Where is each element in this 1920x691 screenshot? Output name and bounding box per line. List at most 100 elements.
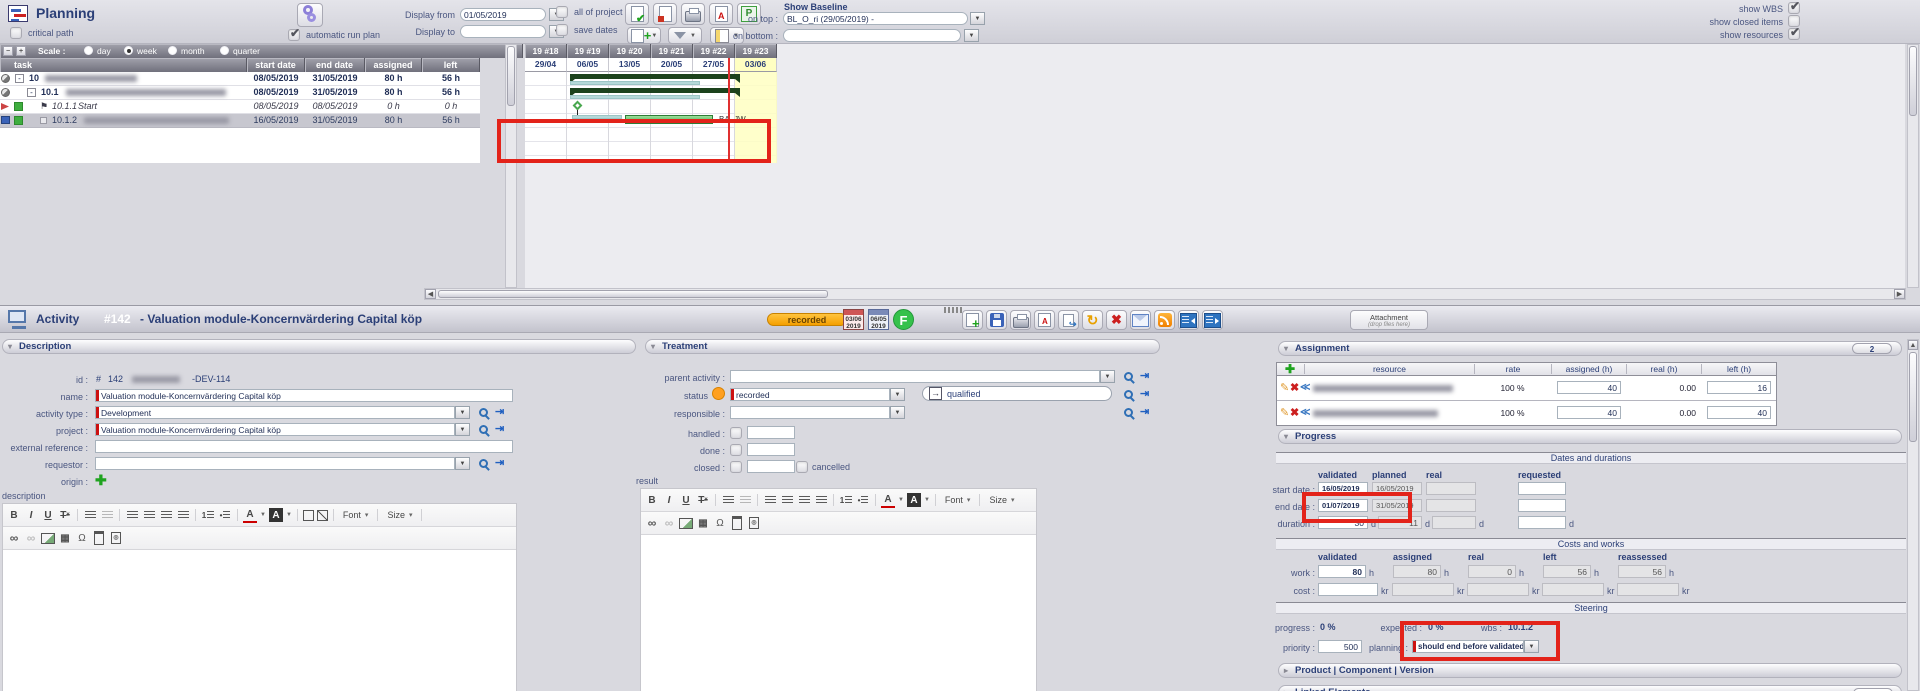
column-header-assigned[interactable]: assigned [365, 58, 422, 72]
treatment-panel-header[interactable]: Treatment [645, 339, 1160, 354]
unlink-icon[interactable]: ∞ [662, 516, 676, 530]
size-dropdown[interactable]: Size [383, 510, 416, 520]
left-input[interactable]: 40 [1707, 406, 1771, 419]
editor-toolbar-row2[interactable]: ∞ ∞ ▦ Ω ◎ [3, 527, 516, 550]
search-icon[interactable] [479, 459, 488, 468]
all-of-project-checkbox[interactable] [556, 6, 568, 18]
project-combo[interactable]: Valuation module-Koncernvärdering Capita… [95, 423, 455, 436]
align-right-icon[interactable] [797, 493, 811, 507]
bullet-list-icon[interactable]: • [218, 508, 232, 522]
search-icon[interactable] [1124, 390, 1133, 399]
on-bottom-dropdown-button[interactable]: ▼ [964, 29, 979, 42]
attachment-dropzone[interactable]: Attachment (drop files here) [1350, 310, 1428, 330]
end-requested-input[interactable] [1518, 499, 1566, 512]
bold-icon[interactable]: B [7, 508, 21, 522]
align-right-icon[interactable] [159, 508, 173, 522]
assigned-input[interactable]: 40 [1557, 381, 1621, 394]
linked-elements-header[interactable]: Linked Elements [1278, 685, 1902, 691]
collapse-box[interactable]: - [15, 74, 24, 83]
duration-requested-input[interactable] [1518, 516, 1566, 529]
delete-icon[interactable]: ✖ [1290, 407, 1299, 419]
validate-planning-button[interactable]: ✔ [625, 3, 649, 25]
summary-bar[interactable] [570, 88, 740, 93]
table-row-selected[interactable]: 10.1.2 16/05/2019 31/05/2019 80 h 56 h [0, 114, 480, 128]
collapse-box[interactable]: - [27, 88, 36, 97]
email-button[interactable] [1130, 310, 1151, 330]
editor-toolbar[interactable]: B I U Tx 1 • A▼ A▼ Font Size [3, 504, 516, 527]
display-to-input[interactable] [460, 25, 546, 38]
critical-path-checkbox[interactable] [10, 27, 22, 39]
unlink-icon[interactable]: ∞ [24, 531, 38, 545]
requestor-dropdown-button[interactable]: ▼ [455, 457, 470, 470]
project-dropdown-button[interactable]: ▼ [455, 423, 470, 436]
handled-checkbox[interactable] [730, 427, 742, 439]
bullet-list-icon[interactable]: • [856, 493, 870, 507]
display-from-input[interactable]: 01/05/2019 [460, 8, 546, 21]
search-icon[interactable] [479, 408, 488, 417]
font-dropdown[interactable]: Font [941, 495, 975, 505]
external-reference-input[interactable] [95, 440, 513, 453]
remove-format-icon[interactable]: Tx [58, 508, 72, 522]
scrollbar-thumb[interactable] [438, 290, 828, 298]
align-center-icon[interactable] [142, 508, 156, 522]
status-dropdown-button[interactable]: ▼ [890, 388, 905, 401]
print-button[interactable] [1010, 310, 1031, 330]
scrollbar-thumb[interactable] [1909, 46, 1917, 116]
assignment-row[interactable]: ✎ ✖ ≪ 100 % 40 0.00 40 [1277, 401, 1776, 426]
save-planning-button[interactable] [653, 3, 677, 25]
search-icon[interactable] [1124, 408, 1133, 417]
on-bottom-combo[interactable] [783, 29, 961, 42]
special-char-icon[interactable]: Ω [713, 516, 727, 530]
gantt-horizontal-scrollbar[interactable]: ◀ ▶ [424, 288, 1906, 300]
run-plan-icon[interactable] [297, 3, 323, 27]
italic-icon[interactable]: I [24, 508, 38, 522]
copy-format-icon[interactable] [303, 510, 314, 521]
link-icon[interactable]: ∞ [645, 516, 659, 530]
table-row[interactable]: ⚑ 10.1.1 Start 08/05/2019 08/05/2019 0 h… [0, 100, 480, 114]
indent-icon[interactable] [721, 493, 735, 507]
editor-toolbar[interactable]: B I U Tx 1 • A▼ A▼ Font Size [641, 489, 1036, 512]
underline-icon[interactable]: U [679, 493, 693, 507]
search-icon[interactable] [479, 425, 488, 434]
share-icon[interactable]: ≪ [1300, 407, 1310, 419]
align-justify-icon[interactable] [814, 493, 828, 507]
table-row[interactable]: - 10 08/05/2019 31/05/2019 80 h 56 h [0, 72, 480, 86]
scale-month-radio[interactable] [168, 46, 177, 55]
filter-button[interactable]: ▼ [668, 27, 702, 44]
copy-button[interactable]: ↪ [1058, 310, 1079, 330]
scrollbar-thumb[interactable] [507, 46, 515, 106]
goto-icon[interactable]: ⇥ [495, 423, 504, 435]
handled-date-input[interactable] [747, 426, 795, 439]
align-left-icon[interactable] [125, 508, 139, 522]
bg-color-icon[interactable]: A [907, 493, 921, 507]
source-icon[interactable]: ◎ [747, 516, 761, 530]
text-color-icon[interactable]: A [881, 492, 895, 508]
add-item-button[interactable]: +▼ [627, 27, 661, 44]
priority-input[interactable]: 500 [1318, 640, 1362, 653]
assignment-row[interactable]: ✎ ✖ ≪ 100 % 40 0.00 16 [1277, 376, 1776, 401]
share-icon[interactable]: ≪ [1300, 382, 1310, 394]
editor-toolbar-row2[interactable]: ∞ ∞ ▦ Ω ◎ [641, 512, 1036, 535]
underline-icon[interactable]: U [41, 508, 55, 522]
closed-checkbox[interactable] [730, 461, 742, 473]
responsible-dropdown-button[interactable]: ▼ [890, 406, 905, 419]
scale-day-radio[interactable] [84, 46, 93, 55]
add-assignment-button[interactable]: ✚ [1285, 363, 1295, 375]
save-dates-checkbox[interactable] [556, 24, 568, 36]
edit-icon[interactable]: ✎ [1280, 382, 1289, 394]
paste-icon[interactable] [730, 516, 744, 530]
image-icon[interactable] [679, 516, 693, 530]
work-validated-input[interactable]: 80 [1318, 565, 1366, 578]
indent-icon[interactable] [83, 508, 97, 522]
next-status-button[interactable]: → qualified [922, 386, 1112, 401]
save-button[interactable] [986, 310, 1007, 330]
source-icon[interactable]: ◎ [109, 531, 123, 545]
italic-icon[interactable]: I [662, 493, 676, 507]
assigned-input[interactable]: 40 [1557, 406, 1621, 419]
add-origin-button[interactable]: ✚ [95, 474, 107, 486]
bg-color-icon[interactable]: A [269, 508, 283, 522]
goto-icon[interactable]: ⇥ [1140, 406, 1149, 418]
cost-validated-input[interactable] [1318, 583, 1378, 596]
numbered-list-icon[interactable]: 1 [839, 493, 853, 507]
show-wbs-checkbox[interactable] [1788, 2, 1800, 14]
